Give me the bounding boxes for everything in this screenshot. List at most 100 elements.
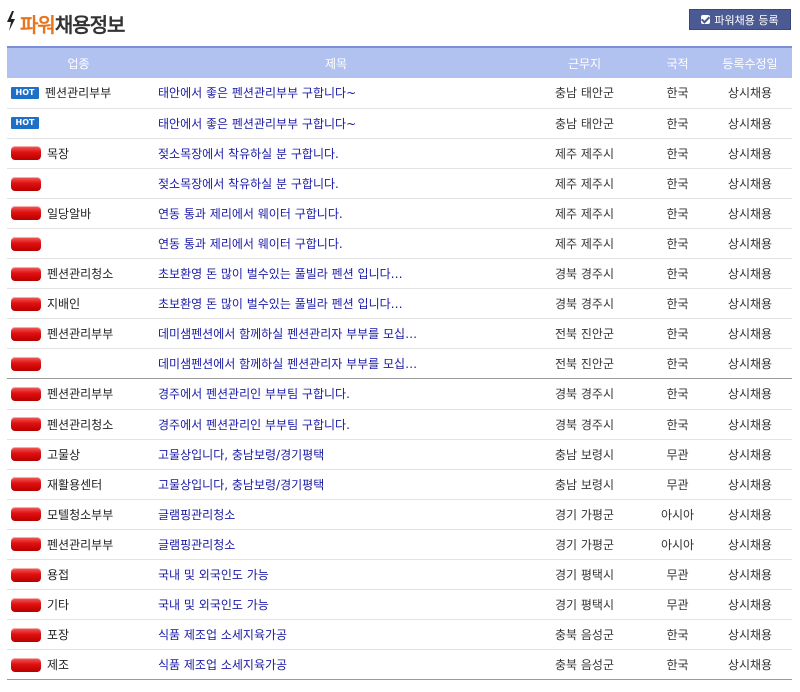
row-hire-type: 상시채용 — [727, 477, 773, 492]
red-pill-badge-icon — [11, 266, 41, 281]
table-row[interactable]: 용접 국내 및 외국인도 가능 경기 평택시 무관 상시채용 — [7, 560, 792, 590]
table-row[interactable]: HOT 펜션관리부부 태안에서 좋은 펜션관리부부 구합니다~ 충남 태안군 한국 상시채… — [7, 78, 792, 109]
row-title-link[interactable]: 국내 및 외국인도 가능 — [150, 590, 522, 620]
table-row[interactable]: HOT 태안에서 좋은 펜션관리부부 구합니다~ 충남 태안군 한국 상시채용 — [7, 108, 792, 139]
table-row[interactable]: 고물상 고물상입니다, 충남보령/경기평택 충남 보령시 무관 상시채용 — [7, 439, 792, 470]
row-title-link[interactable]: 국내 및 외국인도 가능 — [150, 560, 522, 590]
table-row[interactable]: 펜션관리청소 경주에서 펜션관리인 부부팀 구합니다. 경북 경주시 한국 상시채용 — [7, 409, 792, 440]
red-pill-badge-icon — [11, 326, 41, 341]
row-title-link[interactable]: 식품 제조업 소세지육가공 — [150, 620, 522, 650]
power-job-register-button[interactable]: 파워채용 등록 — [689, 9, 791, 30]
red-pill-badge-icon — [11, 447, 41, 462]
row-title-link[interactable]: 경주에서 펜션관리인 부부팀 구합니다. — [150, 379, 522, 409]
table-row[interactable]: 일당알바 연동 통과 제리에서 웨이터 구합니다. 제주 제주시 한국 상시채용 — [7, 198, 792, 229]
row-nationality: 한국 — [666, 267, 689, 282]
table-row[interactable]: 펜션관리부부 글램핑관리청소 경기 가평군 아시아 상시채용 — [7, 529, 792, 560]
row-location: 경북 경주시 — [554, 297, 614, 312]
row-category: 펜션관리청소 — [47, 417, 114, 432]
row-title-link[interactable]: 데미샘펜션에서 함께하실 펜션관리자 부부를 모십… — [150, 349, 522, 379]
table-row[interactable]: 펜션관리부부 데미샘펜션에서 함께하실 펜션관리자 부부를 모십… 전북 진안군 한국… — [7, 319, 792, 349]
table-row[interactable]: 기타 국내 및 외국인도 가능 경기 평택시 무관 상시채용 — [7, 590, 792, 620]
page-header: 파워채용정보 파워채용 등록 — [0, 0, 800, 44]
row-hire-type: 상시채용 — [727, 86, 773, 101]
row-title-link[interactable]: 태안에서 좋은 펜션관리부부 구합니다~ — [150, 108, 522, 138]
red-pill-badge-icon — [11, 657, 41, 672]
row-location: 제주 제주시 — [554, 176, 614, 191]
row-category-cell: 제조 — [7, 650, 150, 680]
row-title-link[interactable]: 고물상입니다, 충남보령/경기평택 — [150, 469, 522, 499]
hot-badge: HOT — [11, 86, 39, 99]
row-location: 충북 음성군 — [554, 628, 614, 643]
row-hire-type: 상시채용 — [727, 568, 773, 583]
table-row[interactable]: 젖소목장에서 착유하실 분 구합니다. 제주 제주시 한국 상시채용 — [7, 168, 792, 199]
row-nationality: 한국 — [666, 417, 689, 432]
row-title-link[interactable]: 식품 제조업 소세지육가공 — [150, 650, 522, 680]
row-title-link[interactable]: 글램핑관리청소 — [150, 529, 522, 559]
red-pill-badge-icon — [11, 386, 41, 401]
column-header-category[interactable]: 업종 — [7, 47, 150, 78]
table-row[interactable]: 데미샘펜션에서 함께하실 펜션관리자 부부를 모십… 전북 진안군 한국 상시채용 — [7, 349, 792, 379]
row-hire-type: 상시채용 — [727, 116, 773, 131]
row-nationality: 무관 — [666, 447, 689, 462]
row-title-link[interactable]: 젖소목장에서 착유하실 분 구합니다. — [150, 138, 522, 168]
row-hire-type: 상시채용 — [727, 537, 773, 552]
row-title-link[interactable]: 태안에서 좋은 펜션관리부부 구합니다~ — [150, 78, 522, 108]
row-title-link[interactable]: 연동 통과 제리에서 웨이터 구합니다. — [150, 198, 522, 228]
row-title-link[interactable]: 경주에서 펜션관리인 부부팀 구합니다. — [150, 409, 522, 439]
register-button-label: 파워채용 등록 — [714, 13, 779, 27]
row-location: 전북 진안군 — [554, 327, 614, 342]
row-location: 경기 평택시 — [554, 598, 614, 613]
job-listing-table: 업종 제목 근무지 국적 등록수정일 HOT 펜션관리부부 태안에서 좋은 펜션관리… — [7, 46, 792, 680]
row-location: 제주 제주시 — [554, 146, 614, 161]
row-category-cell: 목장 — [7, 138, 150, 168]
row-title-link[interactable]: 젖소목장에서 착유하실 분 구합니다. — [150, 168, 522, 198]
row-category: 펜션관리부부 — [47, 327, 114, 342]
row-location: 경기 평택시 — [554, 568, 614, 583]
row-title-link[interactable]: 고물상입니다, 충남보령/경기평택 — [150, 439, 522, 469]
row-title-link[interactable]: 초보환영 돈 많이 벌수있는 풀빌라 펜션 입니다… — [150, 259, 522, 289]
row-category: 일당알바 — [47, 206, 92, 221]
row-nationality: 한국 — [666, 628, 689, 643]
table-row[interactable]: 재활용센터 고물상입니다, 충남보령/경기평택 충남 보령시 무관 상시채용 — [7, 469, 792, 500]
table-row[interactable]: 목장 젖소목장에서 착유하실 분 구합니다. 제주 제주시 한국 상시채용 — [7, 138, 792, 169]
table-row[interactable]: 모텔청소부부 글램핑관리청소 경기 가평군 아시아 상시채용 — [7, 499, 792, 530]
row-category-cell: 재활용센터 — [7, 469, 150, 499]
row-category: 펜션관리청소 — [47, 267, 114, 282]
row-category-cell — [7, 349, 150, 379]
row-title-link[interactable]: 연동 통과 제리에서 웨이터 구합니다. — [150, 228, 522, 258]
red-pill-badge-icon — [11, 357, 41, 372]
row-title-link[interactable]: 데미샘펜션에서 함께하실 펜션관리자 부부를 모십… — [150, 319, 522, 349]
row-title-link[interactable]: 초보환영 돈 많이 벌수있는 풀빌라 펜션 입니다… — [150, 289, 522, 319]
row-category: 모텔청소부부 — [47, 507, 114, 522]
table-row[interactable]: 연동 통과 제리에서 웨이터 구합니다. 제주 제주시 한국 상시채용 — [7, 228, 792, 259]
column-header-nationality[interactable]: 국적 — [647, 47, 708, 78]
row-category: 기타 — [47, 598, 70, 613]
row-category: 고물상 — [47, 447, 81, 462]
column-header-location[interactable]: 근무지 — [522, 47, 647, 78]
row-nationality: 한국 — [666, 387, 689, 402]
row-hire-type: 상시채용 — [727, 598, 773, 613]
hot-badge: HOT — [11, 117, 39, 130]
row-location: 전북 진안군 — [554, 357, 614, 372]
table-row[interactable]: 제조 식품 제조업 소세지육가공 충북 음성군 한국 상시채용 — [7, 650, 792, 680]
row-category-cell: 용접 — [7, 560, 150, 590]
row-title-link[interactable]: 글램핑관리청소 — [150, 499, 522, 529]
table-row[interactable]: 펜션관리부부 경주에서 펜션관리인 부부팀 구합니다. 경북 경주시 한국 상시채용 — [7, 379, 792, 410]
row-category: 펜션관리부부 — [47, 387, 114, 402]
row-hire-type: 상시채용 — [727, 658, 773, 673]
row-category: 포장 — [47, 628, 70, 643]
page-title-rest: 채용정보 — [54, 13, 126, 37]
red-pill-badge-icon — [11, 567, 41, 582]
row-location: 충남 보령시 — [554, 447, 614, 462]
table-row[interactable]: 펜션관리청소 초보환영 돈 많이 벌수있는 풀빌라 펜션 입니다… 경북 경주시 한국… — [7, 259, 792, 289]
page-title-accent: 파워 — [20, 13, 56, 37]
table-row[interactable]: 지배인 초보환영 돈 많이 벌수있는 풀빌라 펜션 입니다… 경북 경주시 한국 상시채… — [7, 289, 792, 319]
table-row[interactable]: 포장 식품 제조업 소세지육가공 충북 음성군 한국 상시채용 — [7, 620, 792, 650]
row-category-cell: HOT — [7, 108, 150, 138]
column-header-date[interactable]: 등록수정일 — [708, 47, 792, 78]
row-hire-type: 상시채용 — [727, 176, 773, 191]
column-header-title[interactable]: 제목 — [150, 47, 522, 78]
row-hire-type: 상시채용 — [727, 267, 773, 282]
row-location: 경기 가평군 — [554, 507, 614, 522]
row-location: 제주 제주시 — [554, 237, 614, 252]
